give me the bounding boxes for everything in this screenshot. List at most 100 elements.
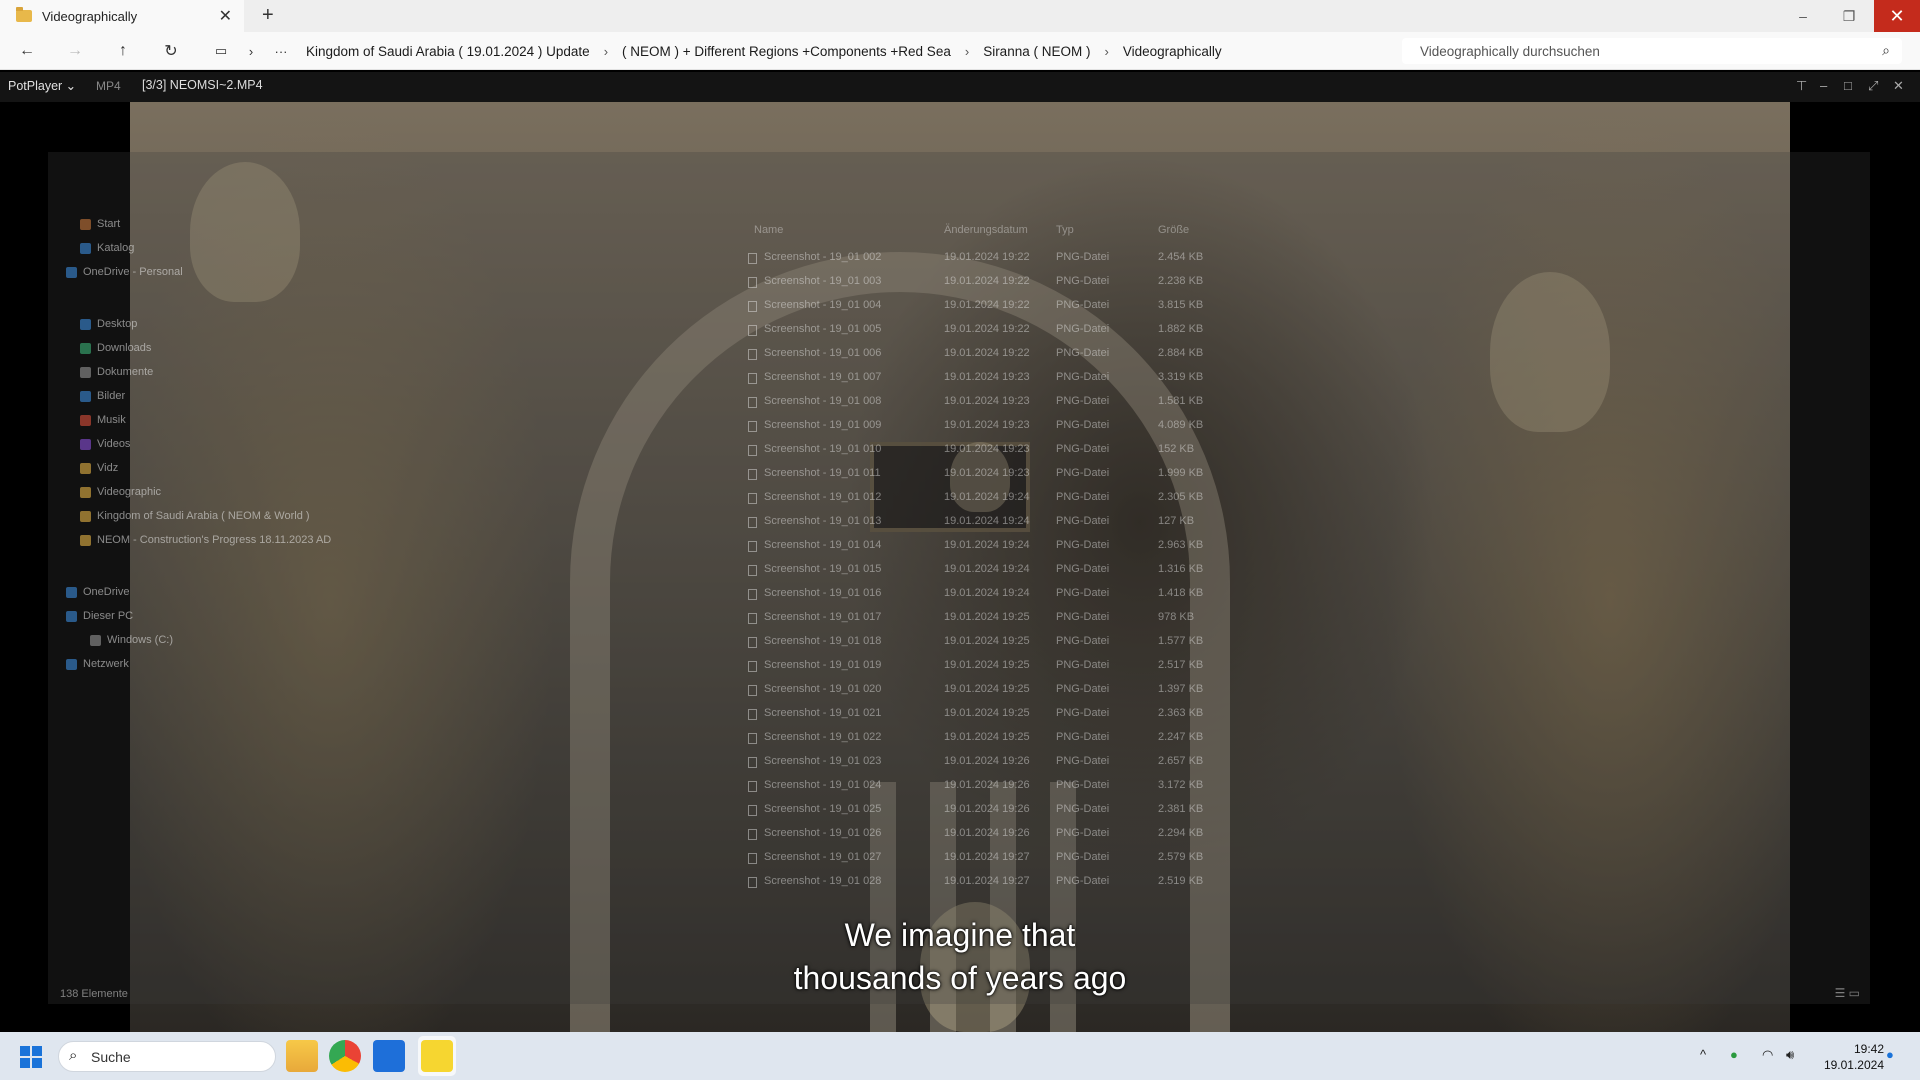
png-file-icon	[748, 301, 757, 312]
ghost-file-row: Screenshot - 19_01 010 19.01.2024 19:23 PN…	[688, 438, 1588, 462]
ghost-file-type: PNG-Datei	[1056, 347, 1110, 359]
ghost-file-row: Screenshot - 19_01 028 19.01.2024 19:27 PN…	[688, 870, 1588, 894]
file-explorer-icon[interactable]	[286, 1040, 318, 1072]
png-file-icon	[748, 829, 757, 840]
chrome-icon[interactable]	[329, 1040, 361, 1072]
ghost-file-date: 19.01.2024 19:25	[944, 659, 1030, 671]
player-fullscreen-button[interactable]: ⤢	[1868, 78, 1878, 94]
ghost-file-name: Screenshot - 19_01 006	[764, 347, 882, 359]
ghost-file-size: 2.305 KB	[1158, 491, 1204, 503]
notification-bell-icon[interactable]: ●	[1886, 1047, 1894, 1062]
search-icon: ⌕	[69, 1047, 78, 1064]
ghost-sidebar-item: OneDrive	[66, 586, 129, 598]
breadcrumb-item[interactable]: ( NEOM ) + Different Regions +Components…	[608, 44, 965, 59]
tab-close-icon[interactable]: ✕	[219, 6, 232, 26]
ghost-file-size: 2.884 KB	[1158, 347, 1204, 359]
tray-chevron-icon[interactable]: ^	[1700, 1047, 1706, 1062]
refresh-button[interactable]: ↻	[160, 40, 182, 62]
close-window-button[interactable]: ✕	[1874, 0, 1920, 32]
breadcrumb-item[interactable]: Siranna ( NEOM )	[969, 44, 1104, 59]
folder-search-input[interactable]: Videographically durchsuchen ⌕	[1402, 38, 1902, 64]
png-file-icon	[748, 517, 757, 528]
ghost-file-type: PNG-Datei	[1056, 443, 1110, 455]
ghost-file-row: Screenshot - 19_01 004 19.01.2024 19:22 PN…	[688, 294, 1588, 318]
ghost-file-date: 19.01.2024 19:25	[944, 611, 1030, 623]
player-close-button[interactable]: ✕	[1893, 78, 1904, 94]
back-button[interactable]: ←	[16, 40, 38, 62]
ghost-file-type: PNG-Datei	[1056, 731, 1110, 743]
taskbar: ⌕ Suche ^ ● ◠ 🔊︎ 19:42 19.01.2024 ●	[0, 1032, 1920, 1080]
potplayer-menu-button[interactable]: PotPlayer ⌄	[8, 78, 76, 93]
ghost-file-date: 19.01.2024 19:24	[944, 515, 1030, 527]
start-button[interactable]	[20, 1046, 42, 1068]
png-file-icon	[748, 613, 757, 624]
ghost-file-size: 2.381 KB	[1158, 803, 1204, 815]
maximize-button[interactable]: ❐	[1826, 0, 1872, 32]
forward-button[interactable]: →	[64, 40, 86, 62]
wifi-icon[interactable]: ◠	[1762, 1047, 1773, 1063]
ghost-file-date: 19.01.2024 19:27	[944, 875, 1030, 887]
png-file-icon	[748, 493, 757, 504]
ghost-file-type: PNG-Datei	[1056, 467, 1110, 479]
taskbar-search-input[interactable]: ⌕ Suche	[58, 1041, 276, 1072]
more-breadcrumbs-button[interactable]: ···	[270, 40, 292, 62]
png-file-icon	[748, 445, 757, 456]
breadcrumb-item[interactable]: Kingdom of Saudi Arabia ( 19.01.2024 ) U…	[292, 44, 604, 59]
ghost-file-row: Screenshot - 19_01 023 19.01.2024 19:26 PN…	[688, 750, 1588, 774]
png-file-icon	[748, 733, 757, 744]
search-icon[interactable]: ⌕	[1882, 42, 1890, 59]
png-file-icon	[748, 397, 757, 408]
ghost-file-size: 1.397 KB	[1158, 683, 1204, 695]
ghost-sidebar-item: Netzwerk	[66, 658, 129, 670]
ghost-file-type: PNG-Datei	[1056, 827, 1110, 839]
potplayer-icon[interactable]	[421, 1040, 453, 1072]
ghost-file-row: Screenshot - 19_01 009 19.01.2024 19:23 PN…	[688, 414, 1588, 438]
ghost-file-name: Screenshot - 19_01 017	[764, 611, 882, 623]
pin-icon[interactable]: ⊤	[1796, 78, 1807, 94]
explorer-address-row: ← → ↑ ↻ ▭ › ··· Kingdom of Saudi Arabia …	[0, 32, 1920, 70]
new-tab-button[interactable]: +	[262, 4, 274, 27]
monitor-icon[interactable]: ▭	[210, 40, 232, 62]
ghost-file-type: PNG-Datei	[1056, 419, 1110, 431]
player-minimize-button[interactable]: –	[1820, 78, 1827, 93]
ghost-sidebar-item: Videos	[80, 438, 130, 450]
up-button[interactable]: ↑	[112, 40, 134, 62]
ghost-file-row: Screenshot - 19_01 019 19.01.2024 19:25 PN…	[688, 654, 1588, 678]
player-maximize-button[interactable]: □	[1844, 78, 1852, 93]
column-header: Name	[754, 224, 784, 236]
breadcrumb-item-current[interactable]: Videographically	[1109, 44, 1236, 59]
ghost-file-size: 2.963 KB	[1158, 539, 1204, 551]
explorer-title-bar: Videographically ✕ + – ❐ ✕	[0, 0, 1920, 32]
video-viewport[interactable]: Start Katalog OneDrive - Personal Deskto…	[0, 102, 1920, 1032]
minimize-button[interactable]: –	[1780, 0, 1826, 32]
ghost-file-type: PNG-Datei	[1056, 563, 1110, 575]
ghost-file-size: 2.657 KB	[1158, 755, 1204, 767]
volume-icon[interactable]: 🔊︎	[1786, 1047, 1794, 1063]
ghost-file-date: 19.01.2024 19:24	[944, 539, 1030, 551]
png-file-icon	[748, 325, 757, 336]
ghost-file-date: 19.01.2024 19:22	[944, 275, 1030, 287]
png-file-icon	[748, 541, 757, 552]
ghost-file-date: 19.01.2024 19:24	[944, 491, 1030, 503]
png-file-icon	[748, 805, 757, 816]
ghost-file-type: PNG-Datei	[1056, 875, 1110, 887]
microsoft-store-icon[interactable]	[373, 1040, 405, 1072]
ghost-file-size: 152 KB	[1158, 443, 1195, 455]
ghost-file-size: 3.319 KB	[1158, 371, 1204, 383]
tab-title: Videographically	[42, 8, 138, 24]
png-file-icon	[748, 661, 757, 672]
ghost-file-size: 3.172 KB	[1158, 779, 1204, 791]
ghost-file-size: 2.238 KB	[1158, 275, 1204, 287]
column-header: Änderungsdatum	[944, 224, 1028, 236]
ghost-file-size: 2.363 KB	[1158, 707, 1204, 719]
ghost-file-size: 1.316 KB	[1158, 563, 1204, 575]
ghost-file-type: PNG-Datei	[1056, 371, 1110, 383]
ghost-file-date: 19.01.2024 19:22	[944, 323, 1030, 335]
taskbar-clock[interactable]: 19:42 19.01.2024	[1812, 1041, 1884, 1073]
ghost-file-size: 1.999 KB	[1158, 467, 1204, 479]
ghost-file-name: Screenshot - 19_01 019	[764, 659, 882, 671]
explorer-tab[interactable]: Videographically ✕	[0, 0, 244, 32]
ghost-file-type: PNG-Datei	[1056, 851, 1110, 863]
security-icon[interactable]: ●	[1730, 1047, 1738, 1062]
ghost-file-row: Screenshot - 19_01 021 19.01.2024 19:25 PN…	[688, 702, 1588, 726]
